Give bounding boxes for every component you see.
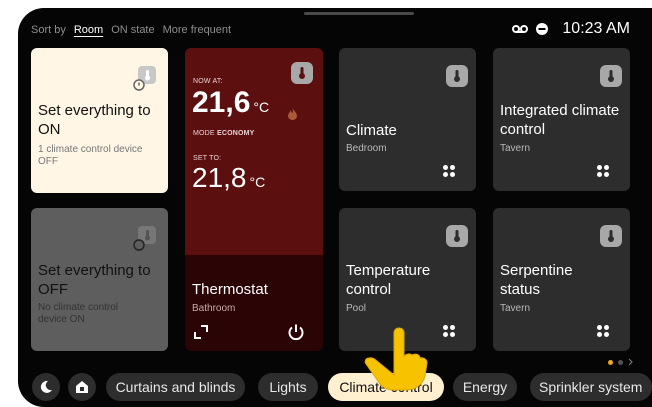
tap-gesture-hand-icon [364,327,428,391]
flame-icon [288,108,297,120]
page-dot [618,359,623,365]
integrated-climate-card[interactable]: Integrated climate control Tavern [493,48,630,191]
sort-option-on-state[interactable]: ON state [111,24,154,36]
thermometer-icon [600,65,622,87]
expand-icon[interactable] [193,324,209,340]
card-title: Temperature control [346,262,431,298]
card-title: Set everything to ON [38,102,151,138]
home-button[interactable] [68,373,96,401]
thermometer-icon [446,225,468,247]
temperature-unit: °C [253,99,270,115]
night-mode-button[interactable] [32,373,60,401]
thermometer-on-icon [133,226,156,251]
thermometer-icon [600,225,622,247]
card-title: Thermostat [192,281,268,298]
device-screen: Sort by Room ON state More frequent 10:2… [18,8,652,407]
moon-icon [40,380,52,393]
set-all-on-card[interactable]: Set everything to ON 1 climate control d… [31,48,168,193]
card-title: Integrated climate control [500,102,620,138]
card-subtitle: No climate control device ON [38,302,119,325]
thermometer-icon [291,62,313,84]
current-temperature: 21,6 °C [192,86,270,119]
mode-readout: MODE ECONOMY [193,130,255,137]
set-all-off-card[interactable]: Set everything to OFF No climate control… [31,208,168,351]
card-subtitle: Tavern [500,303,531,314]
category-lights[interactable]: Lights [258,373,318,401]
voicemail-icon [512,25,529,33]
chevron-right-icon[interactable] [628,358,633,366]
sort-option-more-frequent[interactable]: More frequent [163,24,231,36]
more-options-icon[interactable] [443,325,455,337]
sort-bar: Sort by Room ON state More frequent [31,24,239,36]
thermometer-off-icon [133,66,156,91]
temperature-unit: °C [249,174,266,190]
card-title: Climate [346,122,397,139]
serpentine-status-card[interactable]: Serpentine status Tavern [493,208,630,351]
drag-handle[interactable] [304,12,414,15]
category-energy[interactable]: Energy [453,373,517,401]
page-dot [608,359,613,365]
home-icon [76,381,88,393]
set-to-label: SET TO: [193,155,222,162]
power-icon[interactable] [287,323,305,341]
card-subtitle: Bedroom [346,143,387,154]
do-not-disturb-icon [536,23,549,35]
clock: 10:23 AM [562,20,630,37]
card-title: Set everything to OFF [38,262,151,298]
card-subtitle: Pool [346,303,367,314]
more-options-icon[interactable] [597,165,609,177]
status-bar: 10:23 AM [512,20,630,38]
sort-by-label: Sort by [31,24,66,36]
more-options-icon[interactable] [597,325,609,337]
thermostat-card[interactable]: NOW AT: 21,6 °C MODE ECONOMY SET TO: 21,8… [185,48,323,351]
sort-option-room[interactable]: Room [74,24,103,36]
card-subtitle: Bathroom [192,303,236,314]
climate-card[interactable]: Climate Bedroom [339,48,476,191]
card-subtitle: Tavern [500,143,531,154]
page-indicator [608,358,633,366]
more-options-icon[interactable] [443,165,455,177]
card-subtitle: 1 climate control device OFF [38,144,143,167]
category-sprinkler-system[interactable]: Sprinkler system [530,373,652,401]
now-at-label: NOW AT: [193,78,223,85]
card-title: Serpentine status [500,262,573,298]
thermometer-icon [446,65,468,87]
category-curtains-and-blinds[interactable]: Curtains and blinds [106,373,245,401]
target-temperature: 21,8 °C [192,162,266,193]
